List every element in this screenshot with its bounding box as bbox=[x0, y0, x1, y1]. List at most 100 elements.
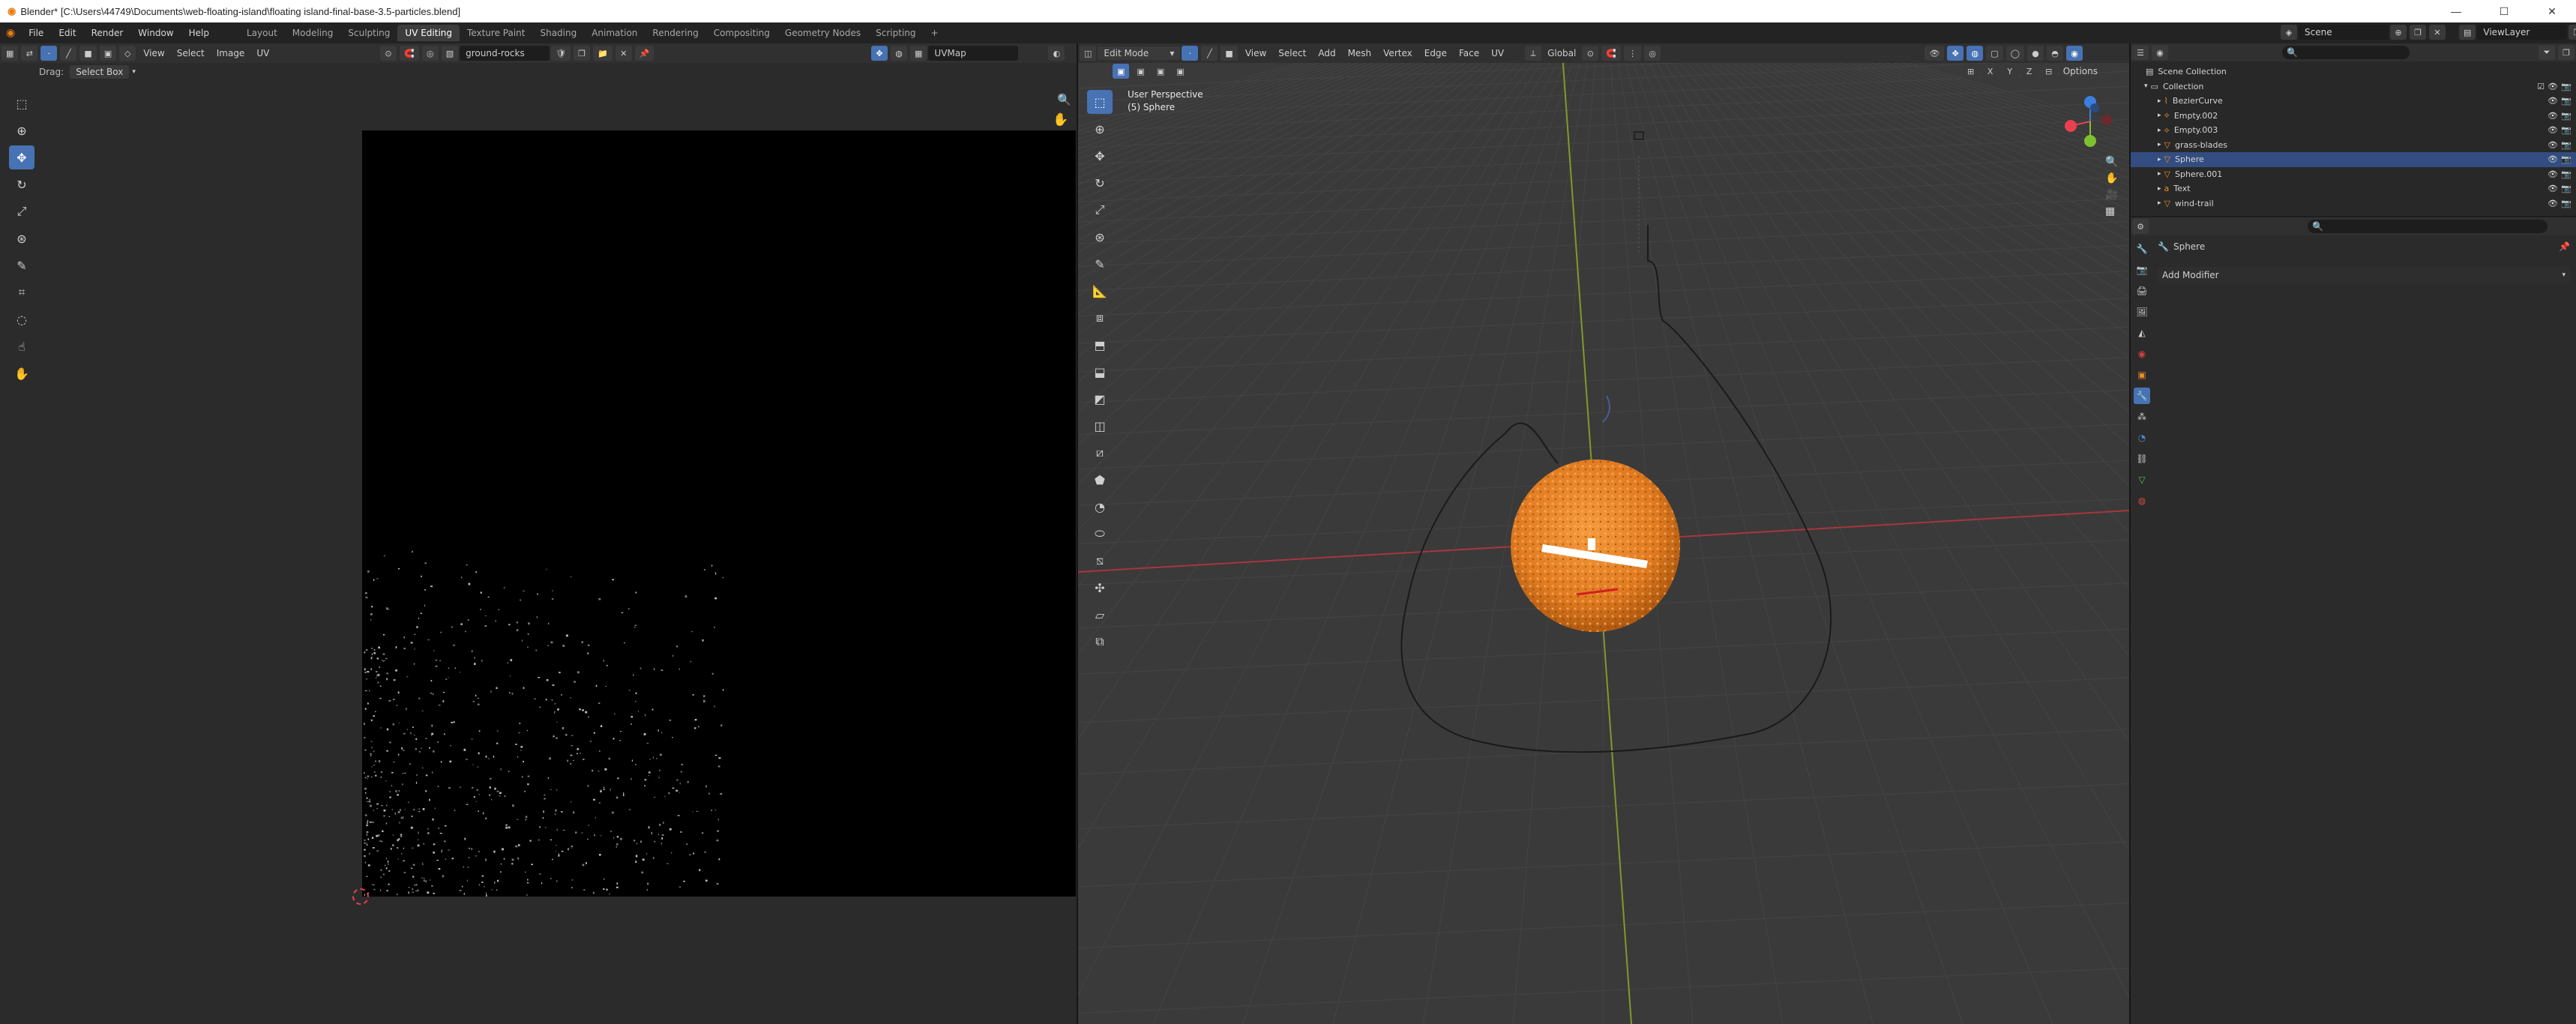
overlay-toggle-icon[interactable]: ◍ bbox=[891, 46, 907, 61]
spin-tool-icon[interactable]: ◔ bbox=[1087, 495, 1113, 519]
sticky-select-icon[interactable]: ◇ bbox=[119, 46, 136, 61]
filter-icon[interactable]: ⏷ bbox=[2539, 45, 2555, 60]
object-tab-icon[interactable]: ▣ bbox=[2134, 367, 2150, 383]
proportional-edit-icon[interactable]: ◎ bbox=[1644, 46, 1661, 61]
display-mode-icon[interactable]: ◉ bbox=[2152, 45, 2168, 60]
visibility-eye-icon[interactable]: 👁 bbox=[2548, 111, 2558, 121]
vp-menu-edge[interactable]: Edge bbox=[1418, 48, 1453, 58]
world-tab-icon[interactable]: ◉ bbox=[2134, 346, 2150, 362]
cursor-tool-icon[interactable]: ⊕ bbox=[9, 118, 34, 142]
constraints-tab-icon[interactable]: ⛓ bbox=[2134, 451, 2150, 467]
tab-rendering[interactable]: Rendering bbox=[645, 25, 705, 41]
zoom-icon[interactable]: 🔍 bbox=[1057, 93, 1071, 106]
3d-viewport[interactable]: ◫ Edit Mode ▾ · ╱ ■ View Select Add Mesh … bbox=[1078, 43, 2129, 1024]
open-image-icon[interactable]: 📁 bbox=[593, 46, 613, 61]
inset-tool-icon[interactable]: ⬓ bbox=[1087, 360, 1113, 384]
viewlayer-name-field[interactable]: ViewLayer bbox=[2477, 25, 2568, 40]
rotate-tool-icon[interactable]: ↻ bbox=[1087, 171, 1113, 195]
tab-layout[interactable]: Layout bbox=[239, 25, 285, 41]
chevron-right-icon[interactable]: ▸ bbox=[2158, 199, 2161, 207]
vp-menu-uv[interactable]: UV bbox=[1485, 48, 1510, 58]
pivot-icon[interactable]: ⊙ bbox=[380, 46, 397, 61]
material-tab-icon[interactable]: ◍ bbox=[2134, 493, 2150, 509]
edge-slide-tool-icon[interactable]: ⧅ bbox=[1087, 549, 1113, 573]
material-shading-icon[interactable]: ◓ bbox=[2047, 46, 2063, 61]
face-select-mode-icon[interactable]: ■ bbox=[1221, 46, 1238, 61]
chevron-right-icon[interactable]: ▸ bbox=[2158, 170, 2161, 178]
exclude-checkbox[interactable]: ☑ bbox=[2537, 82, 2545, 91]
properties-search-field[interactable]: 🔍 bbox=[2308, 220, 2548, 233]
mirror-x-toggle[interactable]: X bbox=[1981, 64, 1999, 79]
chevron-right-icon[interactable]: ▸ bbox=[2158, 141, 2161, 148]
chevron-down-icon[interactable]: ▾ bbox=[2144, 82, 2148, 90]
cursor-tool-icon[interactable]: ⊕ bbox=[1087, 117, 1113, 141]
solid-shading-icon[interactable]: ● bbox=[2027, 46, 2044, 61]
new-collection-icon[interactable]: ❐ bbox=[2558, 45, 2575, 60]
render-camera-icon[interactable]: 📷 bbox=[2561, 169, 2572, 179]
outliner-item[interactable]: ▸ ⟡ Empty.003 👁 📷 bbox=[2131, 123, 2576, 138]
visibility-eye-icon[interactable]: 👁 bbox=[2548, 96, 2558, 106]
vertex-select-icon[interactable]: · bbox=[40, 46, 58, 61]
add-modifier-dropdown[interactable]: Add Modifier ▾ bbox=[2158, 267, 2570, 283]
editor-type-icon[interactable]: ⚙ bbox=[2132, 219, 2149, 234]
collection-row[interactable]: ▾ ▭ Collection ☑ 👁 📷 bbox=[2131, 79, 2576, 94]
delete-scene-icon[interactable]: ✕ bbox=[2429, 25, 2446, 40]
poly-build-tool-icon[interactable]: ⬟ bbox=[1087, 468, 1113, 492]
outliner-search-field[interactable]: 🔍 bbox=[2282, 46, 2410, 59]
rip-tool-icon[interactable]: ⌗ bbox=[9, 280, 34, 304]
view-layer-tab-icon[interactable]: 🖼 bbox=[2134, 304, 2150, 320]
visibility-eye-icon[interactable]: 👁 bbox=[2548, 199, 2558, 208]
pin-icon[interactable]: 📌 bbox=[2559, 241, 2570, 252]
visibility-eye-icon[interactable]: 👁 bbox=[2548, 154, 2558, 164]
visibility-eye-icon[interactable]: 👁 bbox=[2548, 125, 2558, 135]
visibility-eye-icon[interactable]: 👁 bbox=[2548, 169, 2558, 179]
menu-edit[interactable]: Edit bbox=[51, 22, 83, 43]
uv-menu-image[interactable]: Image bbox=[211, 48, 251, 58]
tool-tab-icon[interactable]: 🔧 bbox=[2134, 241, 2150, 257]
drag-mode-dropdown[interactable]: Select Box bbox=[70, 65, 130, 79]
vp-menu-face[interactable]: Face bbox=[1453, 48, 1485, 58]
uv-menu-view[interactable]: View bbox=[137, 48, 170, 58]
zoom-icon[interactable]: 🔍 bbox=[2105, 156, 2118, 168]
shear-tool-icon[interactable]: ▱ bbox=[1087, 603, 1113, 627]
camera-view-icon[interactable]: 🎥 bbox=[2105, 189, 2118, 201]
tab-sculpting[interactable]: Sculpting bbox=[340, 25, 397, 41]
uv-menu-uv[interactable]: UV bbox=[250, 48, 275, 58]
particles-tab-icon[interactable]: ⁂ bbox=[2134, 409, 2150, 425]
physics-tab-icon[interactable]: ◔ bbox=[2134, 430, 2150, 446]
menu-file[interactable]: File bbox=[21, 22, 51, 43]
output-tab-icon[interactable]: 🖨 bbox=[2134, 283, 2150, 299]
chevron-right-icon[interactable]: ▸ bbox=[2158, 185, 2161, 193]
vp-menu-add[interactable]: Add bbox=[1312, 48, 1341, 58]
select-box-tool-icon[interactable]: ⬚ bbox=[1087, 90, 1113, 114]
annotate-tool-icon[interactable]: ✎ bbox=[1087, 252, 1113, 276]
transform-tool-icon[interactable]: ⊛ bbox=[9, 226, 34, 250]
render-camera-icon[interactable]: 📷 bbox=[2561, 199, 2572, 208]
editor-type-icon[interactable]: ☰ bbox=[2132, 45, 2149, 60]
scene-name-field[interactable]: Scene bbox=[2299, 25, 2389, 40]
visibility-eye-icon[interactable]: 👁 bbox=[2548, 82, 2558, 91]
chevron-right-icon[interactable]: ▸ bbox=[2158, 112, 2161, 119]
select-mode-extend-icon[interactable]: ▣ bbox=[1132, 64, 1149, 79]
transform-orientation-dropdown[interactable]: Global bbox=[1543, 48, 1580, 58]
editor-type-icon[interactable]: ◫ bbox=[1080, 46, 1097, 61]
tab-scripting[interactable]: Scripting bbox=[868, 25, 923, 41]
move-tool-icon[interactable]: ✥ bbox=[1087, 144, 1113, 168]
image-name-field[interactable]: ground-rocks bbox=[460, 46, 550, 61]
pan-hand-icon[interactable]: ✋ bbox=[2105, 172, 2118, 184]
chevron-right-icon[interactable]: ▸ bbox=[2158, 127, 2161, 134]
uv-menu-select[interactable]: Select bbox=[171, 48, 211, 58]
perspective-toggle-icon[interactable]: ▦ bbox=[2105, 205, 2118, 217]
add-cube-tool-icon[interactable]: ⧈ bbox=[1087, 306, 1113, 330]
outliner-item[interactable]: ▸ a Text 👁 📷 bbox=[2131, 181, 2576, 196]
shrink-fatten-tool-icon[interactable]: ✣ bbox=[1087, 576, 1113, 600]
outliner-item[interactable]: ▸ ▽ wind-trail 👁 📷 bbox=[2131, 196, 2576, 211]
scene-tab-icon[interactable]: ◭ bbox=[2134, 325, 2150, 341]
uv-sync-selection-icon[interactable]: ⇄ bbox=[21, 46, 38, 61]
new-viewlayer-icon[interactable]: ❐ bbox=[2569, 25, 2576, 40]
data-tab-icon[interactable]: ▽ bbox=[2134, 472, 2150, 488]
grab-tool-icon[interactable]: ◌ bbox=[9, 307, 34, 331]
vp-menu-mesh[interactable]: Mesh bbox=[1342, 48, 1378, 58]
viewlayer-selector-icon[interactable]: ▤ bbox=[2459, 25, 2476, 40]
pan-hand-icon[interactable]: ✋ bbox=[1053, 112, 1068, 127]
